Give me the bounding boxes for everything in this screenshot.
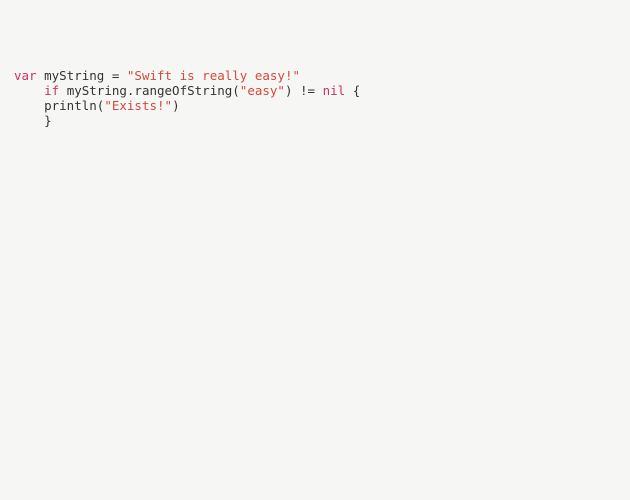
space xyxy=(59,83,67,98)
code-line-2: if myString.rangeOfString("easy") != nil… xyxy=(14,83,616,98)
indent xyxy=(14,113,44,128)
code-block: var myString = "Swift is really easy!" i… xyxy=(14,68,616,128)
brace-open: { xyxy=(345,83,360,98)
string-literal: "easy" xyxy=(240,83,285,98)
code-line-3: println("Exists!") xyxy=(14,98,616,113)
identifier-mystring: myString xyxy=(44,68,112,83)
code-line-1: var myString = "Swift is really easy!" xyxy=(14,68,616,83)
keyword-if: if xyxy=(44,83,59,98)
space xyxy=(119,68,127,83)
expression: myString.rangeOfString( xyxy=(67,83,240,98)
indent xyxy=(14,98,44,113)
indent xyxy=(14,83,44,98)
string-literal: "Exists!" xyxy=(104,98,172,113)
space xyxy=(37,68,45,83)
keyword-nil: nil xyxy=(323,83,346,98)
string-literal: "Swift is really easy!" xyxy=(127,68,300,83)
code-line-4: } xyxy=(14,113,616,128)
expression: ) != xyxy=(285,83,323,98)
brace-close: } xyxy=(44,113,52,128)
paren-close: ) xyxy=(172,98,180,113)
keyword-var: var xyxy=(14,68,37,83)
call-println: println( xyxy=(44,98,104,113)
